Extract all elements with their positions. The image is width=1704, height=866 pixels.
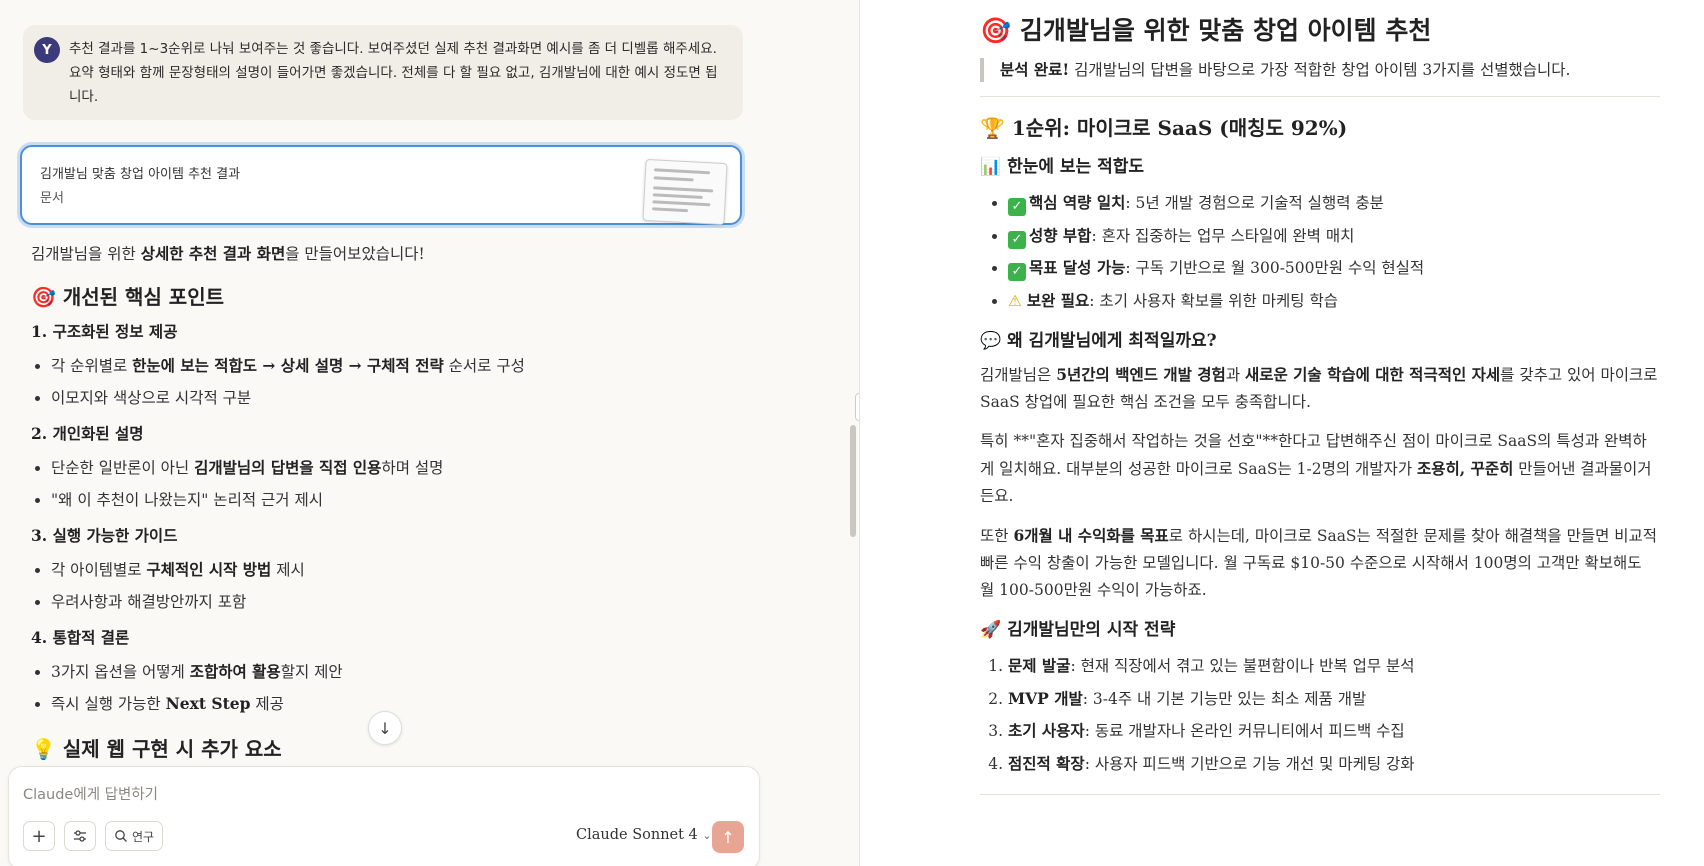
why-paragraph: 김개발님은 5년간의 백엔드 개발 경험과 새로운 기술 학습에 대한 적극적인…	[980, 365, 1658, 411]
rocket-icon: 🚀	[980, 620, 1002, 640]
research-label: 연구	[131, 829, 155, 844]
subheading: 4. 통합적 결론	[31, 628, 130, 647]
fit-list: ✓핵심 역량 일치: 5년 개발 경험으로 기술적 실행력 충분 ✓성향 부합:…	[980, 187, 1660, 317]
reply-input[interactable]: Claude에게 답변하기	[23, 783, 158, 804]
user-message-text: 추천 결과를 1~3순위로 나눠 보여주는 것 좋습니다. 보여주셨던 실제 추…	[69, 41, 718, 105]
why-paragraph: 또한 6개월 내 수익화를 목표로 하시는데, 마이크로 SaaS는 적절한 문…	[980, 526, 1658, 599]
tools-button[interactable]	[64, 821, 96, 851]
sliders-icon	[74, 830, 86, 842]
warning-icon: ⚠	[1008, 291, 1022, 310]
fit-item: ✓목표 달성 가능: 구독 기반으로 월 300-500만원 수익 현실적	[1008, 252, 1660, 285]
fit-heading: 📊 한눈에 보는 적합도	[980, 157, 1145, 177]
chevron-down-icon: ⌄	[702, 829, 712, 842]
list-item: 이모지와 색상으로 시각적 구분	[51, 382, 751, 414]
strategy-step: MVP 개발: 3-4주 내 기본 기능만 있는 최소 제품 개발	[1008, 683, 1660, 716]
artifact-card[interactable]: 김개발님 맞춤 창업 아이템 추천 결과 문서	[20, 145, 742, 226]
model-selector[interactable]: Claude Sonnet 4 ⌄	[576, 827, 712, 843]
list-item: 즉시 실행 가능한 Next Step 제공	[51, 688, 751, 720]
research-icon	[115, 830, 127, 842]
arrow-down-icon: ↓	[378, 718, 392, 738]
strategy-step: 초기 사용자: 동료 개발자나 온라인 커뮤니티에서 피드백 수집	[1008, 715, 1660, 748]
list-item: 각 순위별로 한눈에 보는 적합도 → 상세 설명 → 구체적 전략 순서로 구…	[51, 350, 751, 382]
bullet-list: 각 아이템별로 구체적인 시작 방법 제시 우려사항과 해결방안까지 포함	[31, 554, 751, 618]
target-icon: 🎯	[31, 285, 56, 309]
assistant-message: 김개발님을 위한 상세한 추천 결과 화면을 만들어보았습니다! 🎯 개선된 핵…	[31, 240, 751, 770]
subheading: 1. 구조화된 정보 제공	[31, 322, 178, 341]
plus-icon: +	[31, 825, 47, 847]
section-heading: 🎯 개선된 핵심 포인트	[31, 285, 225, 309]
research-button[interactable]: 연구	[105, 821, 163, 851]
add-attachment-button[interactable]: +	[23, 821, 55, 851]
strategy-step: 문제 발굴: 현재 직장에서 겪고 있는 불편함이나 반복 업무 분석	[1008, 650, 1660, 683]
why-paragraph: 특히 **"혼자 집중해서 작업하는 것을 선호"**한다고 답변해주신 점이 …	[980, 432, 1652, 505]
strategy-heading: 🚀 김개발님만의 시작 전략	[980, 620, 1176, 640]
chat-scrollbar[interactable]	[850, 425, 856, 537]
model-name: Claude Sonnet 4	[576, 827, 698, 843]
bullet-list: 단순한 일반론이 아닌 김개발님의 답변을 직접 인용하며 설명 "왜 이 추천…	[31, 452, 751, 516]
speech-bubble-icon: 💬	[980, 331, 1002, 351]
chat-pane: Y 추천 결과를 1~3순위로 나눠 보여주는 것 좋습니다. 보여주셨던 실제…	[0, 0, 858, 866]
arrow-up-icon: ↑	[721, 827, 735, 847]
strategy-list: 문제 발굴: 현재 직장에서 겪고 있는 불편함이나 반복 업무 분석 MVP …	[980, 650, 1660, 780]
list-item: "왜 이 추천이 나왔는지" 논리적 근거 제시	[51, 484, 751, 516]
check-icon: ✓	[1008, 230, 1026, 249]
message-composer: Claude에게 답변하기 + 연구 Claude Sonnet 4 ⌄ ↑	[8, 766, 760, 866]
artifact-title: 김개발님 맞춤 창업 아이템 추천 결과	[40, 167, 241, 182]
list-item: 우려사항과 해결방안까지 포함	[51, 586, 751, 618]
user-message: Y 추천 결과를 1~3순위로 나눠 보여주는 것 좋습니다. 보여주셨던 실제…	[23, 25, 743, 120]
artifact-document-pane: 🎯 김개발님을 위한 맞춤 창업 아이템 추천 분석 완료! 김개발님의 답변을…	[859, 0, 1704, 866]
user-avatar: Y	[34, 37, 60, 63]
send-button[interactable]: ↑	[712, 821, 744, 853]
check-icon: ✓	[1008, 263, 1026, 281]
subheading: 3. 실행 가능한 가이드	[31, 526, 178, 545]
fit-item: ✓핵심 역량 일치: 5년 개발 경험으로 기술적 실행력 충분	[1008, 187, 1660, 220]
strategy-step: 점진적 확장: 사용자 피드백 기반으로 기능 개선 및 마케팅 강화	[1008, 748, 1660, 781]
divider	[980, 794, 1660, 795]
fit-item: ⚠ 보완 필요: 초기 사용자 확보를 위한 마케팅 학습	[1008, 285, 1660, 318]
rank1-heading: 🏆 1순위: 마이크로 SaaS (매칭도 92%)	[980, 116, 1348, 140]
artifact-type-label: 문서	[40, 191, 64, 206]
fit-item: ✓성향 부합: 혼자 집중하는 업무 스타일에 완벽 매치	[1008, 220, 1660, 253]
artifact-thumbnail	[642, 158, 728, 226]
list-item: 단순한 일반론이 아닌 김개발님의 답변을 직접 인용하며 설명	[51, 452, 751, 484]
target-icon: 🎯	[980, 16, 1012, 45]
divider	[980, 96, 1660, 97]
bullet-list: 3가지 옵션을 어떻게 조합하여 활용할지 제안 즉시 실행 가능한 Next …	[31, 656, 751, 720]
list-item: 각 아이템별로 구체적인 시작 방법 제시	[51, 554, 751, 586]
document-title: 🎯 김개발님을 위한 맞춤 창업 아이템 추천	[980, 16, 1432, 45]
assistant-intro: 김개발님을 위한 상세한 추천 결과 화면을 만들어보았습니다!	[31, 244, 425, 263]
scroll-to-bottom-button[interactable]: ↓	[368, 711, 402, 745]
why-heading: 💬 왜 김개발님에게 최적일까요?	[980, 331, 1217, 351]
chart-icon: 📊	[980, 157, 1002, 177]
trophy-icon: 🏆	[980, 116, 1005, 140]
lightbulb-icon: 💡	[31, 737, 56, 761]
bullet-list: 각 순위별로 한눈에 보는 적합도 → 상세 설명 → 구체적 전략 순서로 구…	[31, 350, 751, 414]
list-item: 3가지 옵션을 어떻게 조합하여 활용할지 제안	[51, 656, 751, 688]
subheading: 2. 개인화된 설명	[31, 424, 144, 443]
check-icon: ✓	[1008, 198, 1026, 216]
analysis-callout: 분석 완료! 김개발님의 답변을 바탕으로 가장 적합한 창업 아이템 3가지를…	[980, 58, 1660, 82]
